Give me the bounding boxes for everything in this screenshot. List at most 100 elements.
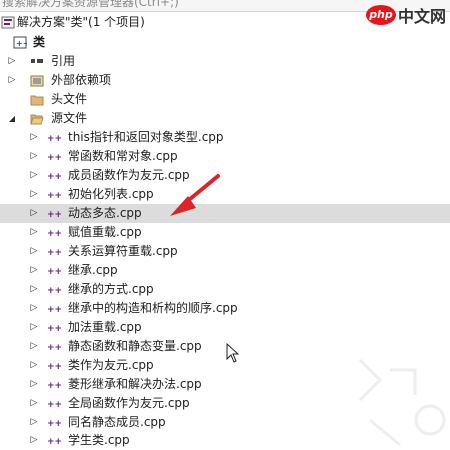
cpp-file-icon: ++ — [47, 302, 62, 315]
external-deps-icon — [30, 74, 44, 87]
file-item[interactable]: ▷ ++ 菱形继承和解决办法.cpp — [0, 375, 450, 394]
svg-text:++: ++ — [47, 343, 61, 353]
file-label: 初始化列表.cpp — [68, 187, 154, 201]
expand-arrow-icon[interactable]: ▷ — [28, 280, 40, 299]
file-item[interactable]: ▷ ++ 静态函数和静态变量.cpp — [0, 337, 450, 356]
cpp-file-icon: ++ — [47, 188, 62, 201]
file-label: 学生类.cpp — [68, 433, 130, 447]
expand-arrow-icon[interactable]: ▷ — [6, 52, 18, 71]
expand-arrow-icon[interactable]: ▷ — [28, 261, 40, 280]
header-files-label: 头文件 — [51, 92, 88, 106]
file-label: this指针和返回对象类型.cpp — [68, 130, 224, 144]
cpp-file-icon: ++ — [47, 283, 62, 296]
collapse-arrow-icon[interactable]: ◢ — [6, 109, 18, 128]
file-label: 常函数和常对象.cpp — [68, 149, 178, 163]
file-label: 类作为友元.cpp — [68, 358, 154, 372]
file-label: 继承的方式.cpp — [68, 282, 154, 296]
svg-text:++: ++ — [47, 362, 61, 372]
expand-arrow-icon[interactable]: ▷ — [28, 166, 40, 185]
cpp-file-icon: ++ — [47, 226, 62, 239]
file-item[interactable]: ▷ ++ 继承中的构造和析构的顺序.cpp — [0, 299, 450, 318]
references-label: 引用 — [51, 54, 76, 68]
cpp-file-icon: ++ — [47, 131, 62, 144]
expand-arrow-icon[interactable]: ▷ — [28, 375, 40, 394]
tree-item-source-files[interactable]: ◢ 源文件 — [0, 109, 450, 128]
external-deps-label: 外部依赖项 — [51, 73, 112, 87]
tree-item-header-files[interactable]: 头文件 — [0, 90, 450, 109]
svg-text:++: ++ — [47, 191, 61, 201]
file-label: 赋值重载.cpp — [68, 225, 142, 239]
file-item[interactable]: ▷ ++ 继承.cpp — [0, 261, 450, 280]
svg-text:++: ++ — [47, 229, 61, 239]
cpp-file-icon: ++ — [47, 264, 62, 277]
solution-icon — [1, 16, 15, 29]
tree-item-external-deps[interactable]: ▷ 外部依赖项 — [0, 71, 450, 90]
file-item[interactable]: ▷ ++ 学生类.cpp — [0, 431, 450, 450]
cpp-file-icon: ++ — [47, 169, 62, 182]
file-item[interactable]: ▷ ++ 类作为友元.cpp — [0, 356, 450, 375]
expand-arrow-icon[interactable]: ▷ — [28, 147, 40, 166]
expand-arrow-icon[interactable]: ▷ — [28, 185, 40, 204]
expand-arrow-icon[interactable]: ▷ — [28, 431, 40, 450]
file-label: 动态多态.cpp — [68, 206, 142, 220]
cpp-file-icon: ++ — [47, 150, 62, 163]
folder-open-icon — [30, 112, 44, 125]
cpp-file-icon: ++ — [47, 434, 62, 447]
file-item[interactable]: ▷ ++ 成员函数作为友元.cpp — [0, 166, 450, 185]
expand-arrow-icon[interactable]: ▷ — [28, 242, 40, 261]
file-label: 同名静态成员.cpp — [68, 415, 166, 429]
source-files-label: 源文件 — [51, 111, 88, 125]
tree-item-solution[interactable]: 解决方案"类"(1 个项目) — [0, 13, 450, 32]
file-item-selected[interactable]: ▷ ++ 动态多态.cpp — [0, 204, 450, 223]
file-item[interactable]: ▷ ++ 初始化列表.cpp — [0, 185, 450, 204]
references-icon — [30, 55, 44, 68]
expand-arrow-icon[interactable]: ▷ — [28, 356, 40, 375]
svg-text:++: ++ — [47, 210, 61, 220]
tree-item-project[interactable]: ++ 类 — [0, 33, 450, 52]
expand-arrow-icon[interactable]: ▷ — [28, 128, 40, 147]
cpp-file-icon: ++ — [47, 378, 62, 391]
tree-item-references[interactable]: ▷ 引用 — [0, 52, 450, 71]
svg-text:++: ++ — [47, 248, 61, 258]
expand-arrow-icon[interactable]: ▷ — [28, 204, 40, 223]
cpp-file-icon: ++ — [47, 340, 62, 353]
expand-arrow-icon[interactable]: ▷ — [28, 337, 40, 356]
search-placeholder: 搜索解决方案资源管理器(Ctrl+;) — [2, 0, 179, 9]
file-label: 成员函数作为友元.cpp — [68, 168, 190, 182]
folder-icon — [30, 93, 44, 106]
cpp-file-icon: ++ — [47, 397, 62, 410]
svg-text:++: ++ — [47, 172, 61, 182]
file-item[interactable]: ▷ ++ 赋值重载.cpp — [0, 223, 450, 242]
file-label: 继承中的构造和析构的顺序.cpp — [68, 301, 238, 315]
mouse-cursor-icon — [226, 343, 240, 363]
solution-explorer: 搜索解决方案资源管理器(Ctrl+;) php 中文网 解决方案"类"(1 个项… — [0, 0, 450, 450]
file-label: 全局函数作为友元.cpp — [68, 396, 190, 410]
svg-text:++: ++ — [47, 153, 61, 163]
file-label: 静态函数和静态变量.cpp — [68, 339, 202, 353]
file-item[interactable]: ▷ ++ 同名静态成员.cpp — [0, 413, 450, 432]
expand-arrow-icon[interactable]: ▷ — [28, 394, 40, 413]
file-item[interactable]: ▷ ++ 关系运算符重载.cpp — [0, 242, 450, 261]
expand-arrow-icon[interactable]: ▷ — [28, 318, 40, 337]
cpp-file-icon: ++ — [47, 321, 62, 334]
cpp-file-icon: ++ — [47, 245, 62, 258]
svg-text:++: ++ — [16, 39, 27, 48]
solution-label: 解决方案"类"(1 个项目) — [17, 15, 145, 29]
svg-text:++: ++ — [47, 305, 61, 315]
file-item[interactable]: ▷ ++ this指针和返回对象类型.cpp — [0, 128, 450, 147]
cpp-file-icon: ++ — [47, 207, 62, 220]
svg-text:++: ++ — [47, 134, 61, 144]
file-item[interactable]: ▷ ++ 继承的方式.cpp — [0, 280, 450, 299]
file-item[interactable]: ▷ ++ 全局函数作为友元.cpp — [0, 394, 450, 413]
file-label: 加法重载.cpp — [68, 320, 142, 334]
expand-arrow-icon[interactable]: ▷ — [28, 223, 40, 242]
svg-text:++: ++ — [47, 286, 61, 296]
expand-arrow-icon[interactable]: ▷ — [28, 299, 40, 318]
svg-text:++: ++ — [47, 324, 61, 334]
file-item[interactable]: ▷ ++ 加法重载.cpp — [0, 318, 450, 337]
file-item[interactable]: ▷ ++ 常函数和常对象.cpp — [0, 147, 450, 166]
svg-text:++: ++ — [47, 437, 61, 447]
expand-arrow-icon[interactable]: ▷ — [6, 71, 18, 90]
file-label: 继承.cpp — [68, 263, 118, 277]
expand-arrow-icon[interactable]: ▷ — [28, 413, 40, 432]
